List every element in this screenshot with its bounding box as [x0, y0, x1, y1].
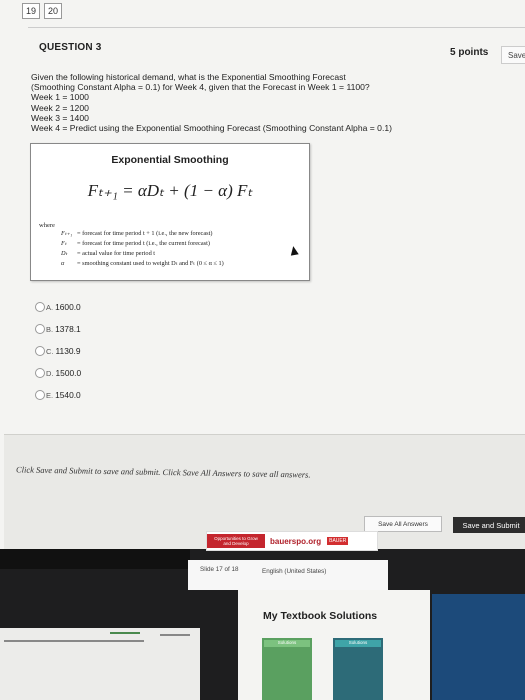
question-line: Given the following historical demand, w… — [31, 72, 346, 82]
slide-counter: Slide 17 of 18 — [200, 566, 239, 573]
radio-button[interactable] — [35, 302, 45, 312]
option-c[interactable]: C. 1130.9 — [35, 340, 81, 362]
ad-banner[interactable]: Opportunities to Grow and Develop bauers… — [206, 531, 378, 551]
status-bar — [188, 560, 388, 590]
question-text: Given the following historical demand, w… — [31, 72, 461, 133]
divider — [28, 27, 525, 28]
save-button[interactable]: Save — [501, 46, 525, 64]
radio-button[interactable] — [35, 390, 45, 400]
answer-options: A. 1600.0 B. 1378.1 C. 1130.9 D. 1500.0 E. 15… — [35, 296, 81, 406]
formula-image: Exponential Smoothing Fₜ₊₁ = αDₜ + (1 − … — [30, 143, 310, 281]
language-indicator: English (United States) — [262, 568, 327, 575]
book-image: Solutions — [262, 638, 312, 700]
option-a[interactable]: A. 1600.0 — [35, 296, 81, 318]
ad-site: bauerspo.org — [270, 536, 322, 546]
definition: Fₜ = forecast for time period t (i.e., th… — [61, 240, 210, 247]
mouse-cursor-icon — [289, 245, 299, 256]
question-line: Week 2 = 1200 — [31, 102, 89, 113]
radio-button[interactable] — [35, 346, 45, 356]
definitions-list: Fₜ₊₁ = forecast for time period t + 1 (i.… — [61, 229, 224, 269]
page-nav: 19 20 — [22, 3, 62, 19]
radio-button[interactable] — [35, 368, 45, 378]
question-points: 5 points — [450, 47, 489, 58]
question-line: (Smoothing Constant Alpha = 0.1) for Wee… — [31, 82, 370, 93]
divider — [4, 640, 144, 642]
question-title: QUESTION 3 — [39, 42, 102, 53]
definition: Fₜ₊₁ = forecast for time period t + 1 (i.… — [61, 230, 213, 237]
definition: Dₜ = actual value for time period t — [61, 250, 156, 257]
book-image: Solutions — [333, 638, 383, 700]
ad-brand-logo: BAUER — [327, 537, 349, 545]
definition: α = smoothing constant used to weight Dₜ … — [61, 260, 224, 267]
question-line: Week 3 = 1400 — [31, 112, 89, 123]
page-20-button[interactable]: 20 — [44, 3, 62, 19]
formula: Fₜ₊₁ = αDₜ + (1 − α) Fₜ — [87, 181, 253, 200]
option-d[interactable]: D. 1500.0 — [35, 362, 81, 384]
textbook-title: My Textbook Solutions — [263, 610, 378, 622]
option-b[interactable]: B. 1378.1 — [35, 318, 81, 340]
textbook-slide: My Textbook Solutions Solutions Solution… — [238, 590, 430, 700]
where-label: where — [39, 222, 55, 229]
submit-instruction: Click Save and Submit to save and submit… — [15, 464, 311, 480]
page-19-button[interactable]: 19 — [22, 3, 40, 19]
save-all-answers-button[interactable]: Save All Answers — [364, 516, 442, 532]
radio-button[interactable] — [35, 324, 45, 334]
slide-thumbnail — [0, 628, 200, 700]
question-line: Week 4 = Predict using the Exponential S… — [31, 123, 392, 134]
divider — [110, 632, 140, 634]
save-and-submit-button[interactable]: Save and Submit — [453, 517, 525, 533]
question-line: Week 1 = 1000 — [31, 92, 89, 103]
formula-title: Exponential Smoothing — [111, 154, 229, 166]
option-e[interactable]: E. 1540.0 — [35, 384, 81, 406]
background-image — [432, 594, 525, 700]
ad-tagline: Opportunities to Grow and Develop — [207, 534, 265, 548]
divider — [0, 549, 190, 569]
divider — [160, 634, 190, 636]
